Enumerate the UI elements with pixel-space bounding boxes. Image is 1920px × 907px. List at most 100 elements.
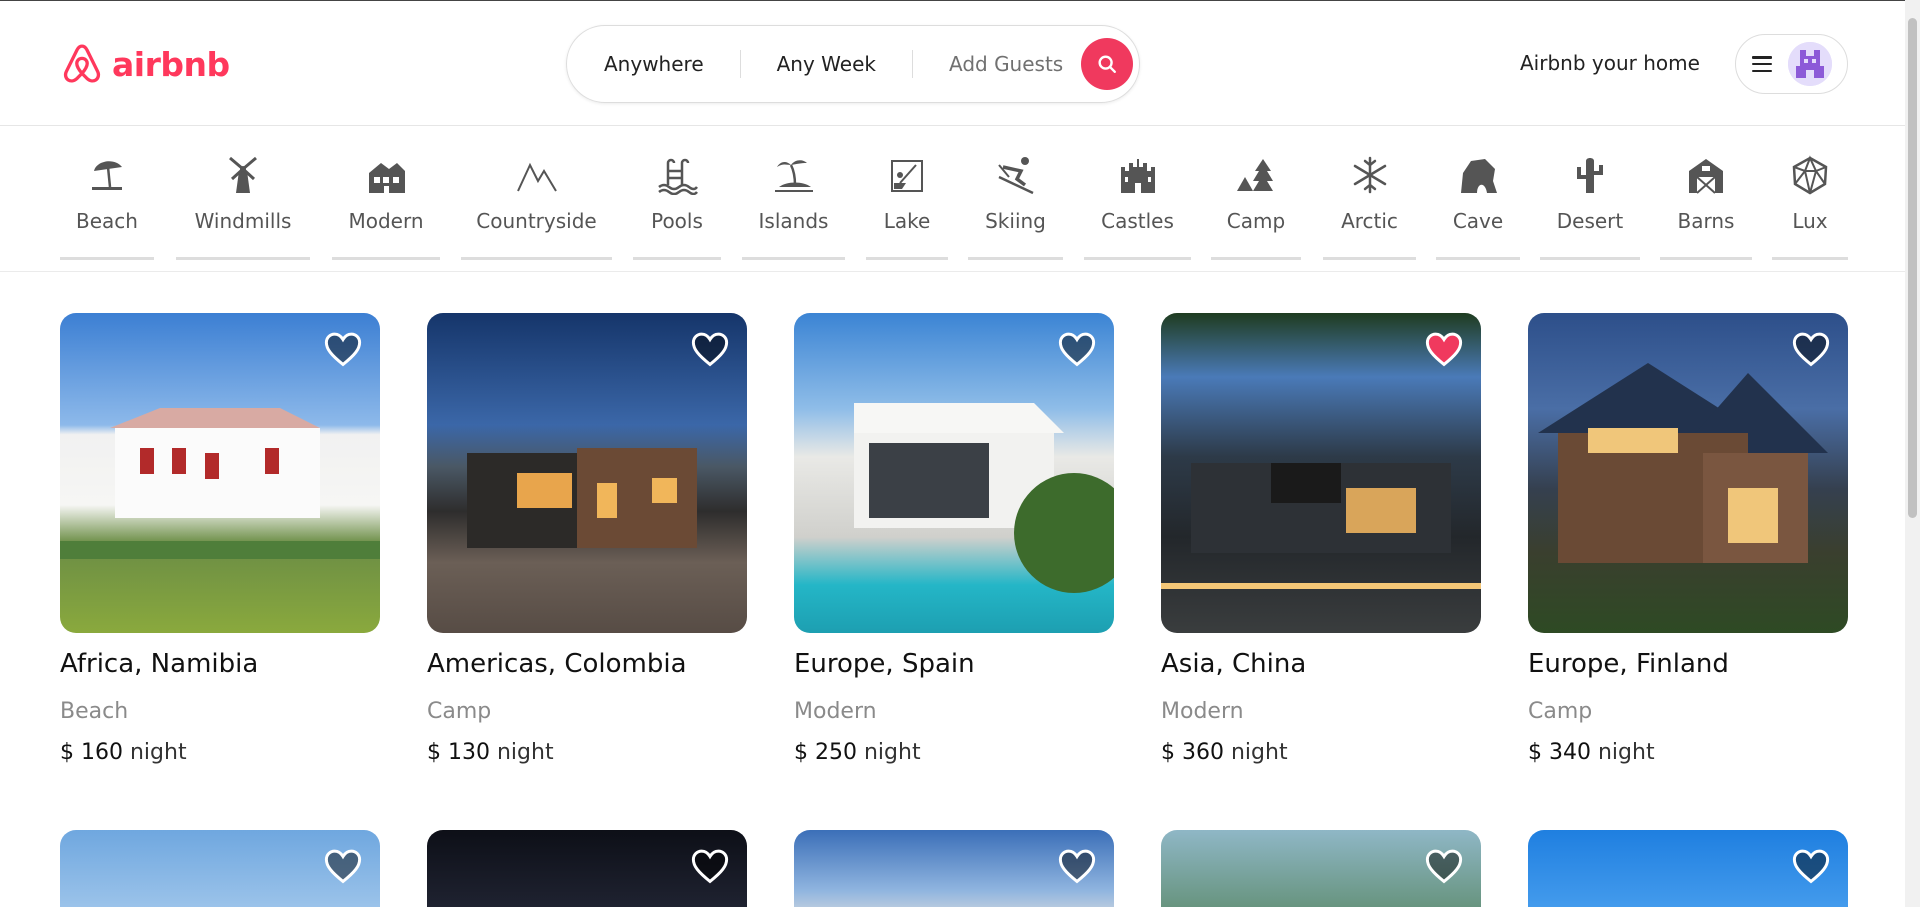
airbnb-your-home-link[interactable]: Airbnb your home xyxy=(1520,51,1700,75)
listing-price-unit: night xyxy=(863,740,921,765)
category-pools[interactable]: Pools xyxy=(633,127,721,260)
category-windmills[interactable]: Windmills xyxy=(176,127,310,260)
search-guests[interactable]: Add Guests xyxy=(913,52,1081,76)
search-when[interactable]: Any Week xyxy=(741,52,912,76)
category-lux[interactable]: Lux xyxy=(1772,127,1848,260)
listing-category: Camp xyxy=(427,699,492,724)
listing-photo[interactable] xyxy=(60,313,380,633)
favorite-heart-icon[interactable] xyxy=(1792,331,1830,367)
search-button[interactable] xyxy=(1081,38,1134,90)
listing-photo[interactable] xyxy=(1161,830,1481,907)
listing-location: Europe, Finland xyxy=(1528,649,1729,679)
listing-photo[interactable] xyxy=(794,313,1114,633)
listing-price-unit: night xyxy=(1230,740,1288,765)
brand-name: airbnb xyxy=(112,44,230,84)
category-label: Castles xyxy=(1101,209,1174,233)
listing-card[interactable] xyxy=(427,830,747,907)
listing-price: $ 360 xyxy=(1161,740,1224,765)
category-skiing[interactable]: Skiing xyxy=(968,127,1063,260)
listing-photo[interactable] xyxy=(427,313,747,633)
barn-icon xyxy=(1685,155,1727,195)
category-label: Countryside xyxy=(476,209,597,233)
category-label: Arctic xyxy=(1341,209,1398,233)
listing-price-row: $ 160 night xyxy=(60,740,380,765)
listing-card[interactable]: Asia, China Modern $ 360 night xyxy=(1161,313,1481,765)
scrollbar-thumb[interactable] xyxy=(1908,18,1917,518)
listing-price-unit: night xyxy=(129,740,187,765)
category-cave[interactable]: Cave xyxy=(1436,127,1520,260)
listing-price-row: $ 360 night xyxy=(1161,740,1481,765)
listing-category: Modern xyxy=(794,699,877,724)
favorite-heart-icon[interactable] xyxy=(324,848,362,884)
airbnb-logo[interactable]: airbnb xyxy=(60,40,230,88)
search-icon xyxy=(1098,55,1117,73)
lux-icon xyxy=(1789,155,1831,195)
countryside-icon xyxy=(516,155,558,195)
listing-photo[interactable] xyxy=(794,830,1114,907)
listing-price-row: $ 340 night xyxy=(1528,740,1848,765)
airbnb-logo-icon xyxy=(63,44,101,83)
avatar-icon xyxy=(1788,42,1832,86)
favorite-heart-icon[interactable] xyxy=(324,331,362,367)
listing-category: Modern xyxy=(1161,699,1244,724)
listing-photo[interactable] xyxy=(1528,830,1848,907)
search-where[interactable]: Anywhere xyxy=(567,52,740,76)
listing-card[interactable] xyxy=(1161,830,1481,907)
listing-card[interactable]: Europe, Spain Modern $ 250 night xyxy=(794,313,1114,765)
category-label: Modern xyxy=(348,209,424,233)
category-modern[interactable]: Modern xyxy=(332,127,440,260)
category-bar: Beach Windmills Modern Countryside Pools… xyxy=(0,127,1905,272)
listing-price-row: $ 250 night xyxy=(794,740,1114,765)
beach-icon xyxy=(86,155,128,195)
listing-location: Europe, Spain xyxy=(794,649,975,679)
favorite-heart-icon[interactable] xyxy=(1425,331,1463,367)
castle-icon xyxy=(1117,155,1159,195)
island-icon xyxy=(773,155,815,195)
listing-card[interactable]: Europe, Finland Camp $ 340 night xyxy=(1528,313,1848,765)
category-islands[interactable]: Islands xyxy=(742,127,845,260)
pool-icon xyxy=(656,155,698,195)
category-countryside[interactable]: Countryside xyxy=(461,127,612,260)
category-label: Pools xyxy=(651,209,703,233)
listing-price: $ 130 xyxy=(427,740,490,765)
category-lake[interactable]: Lake xyxy=(866,127,948,260)
search-bar[interactable]: Anywhere Any Week Add Guests xyxy=(566,25,1140,103)
listing-location: Africa, Namibia xyxy=(60,649,259,679)
category-label: Lux xyxy=(1792,209,1828,233)
category-barns[interactable]: Barns xyxy=(1660,127,1752,260)
listing-price-unit: night xyxy=(1597,740,1655,765)
listing-card[interactable]: Americas, Colombia Camp $ 130 night xyxy=(427,313,747,765)
category-label: Barns xyxy=(1677,209,1735,233)
favorite-heart-icon[interactable] xyxy=(1425,848,1463,884)
listing-card[interactable]: Africa, Namibia Beach $ 160 night xyxy=(60,313,380,765)
category-camp[interactable]: Camp xyxy=(1211,127,1301,260)
category-arctic[interactable]: Arctic xyxy=(1323,127,1416,260)
listing-category: Camp xyxy=(1528,699,1593,724)
listing-photo[interactable] xyxy=(1528,313,1848,633)
favorite-heart-icon[interactable] xyxy=(1792,848,1830,884)
menu-icon xyxy=(1750,54,1774,74)
category-label: Desert xyxy=(1556,209,1624,233)
favorite-heart-icon[interactable] xyxy=(1058,848,1096,884)
listing-photo[interactable] xyxy=(1161,313,1481,633)
listing-photo[interactable] xyxy=(60,830,380,907)
listing-card[interactable] xyxy=(60,830,380,907)
listing-photo[interactable] xyxy=(427,830,747,907)
listing-price: $ 340 xyxy=(1528,740,1591,765)
user-menu-button[interactable] xyxy=(1735,34,1848,94)
favorite-heart-icon[interactable] xyxy=(691,848,729,884)
listing-price-unit: night xyxy=(496,740,554,765)
category-beach[interactable]: Beach xyxy=(60,127,154,260)
skiing-icon xyxy=(995,155,1037,195)
header: airbnb Anywhere Any Week Add Guests Airb… xyxy=(0,1,1905,126)
category-desert[interactable]: Desert xyxy=(1540,127,1640,260)
listing-card[interactable] xyxy=(1528,830,1848,907)
category-castles[interactable]: Castles xyxy=(1084,127,1191,260)
listing-card[interactable] xyxy=(794,830,1114,907)
favorite-heart-icon[interactable] xyxy=(1058,331,1096,367)
avatar xyxy=(1788,42,1832,86)
camp-icon xyxy=(1235,155,1277,195)
category-label: Camp xyxy=(1226,209,1286,233)
favorite-heart-icon[interactable] xyxy=(691,331,729,367)
page-scrollbar[interactable] xyxy=(1905,0,1920,907)
